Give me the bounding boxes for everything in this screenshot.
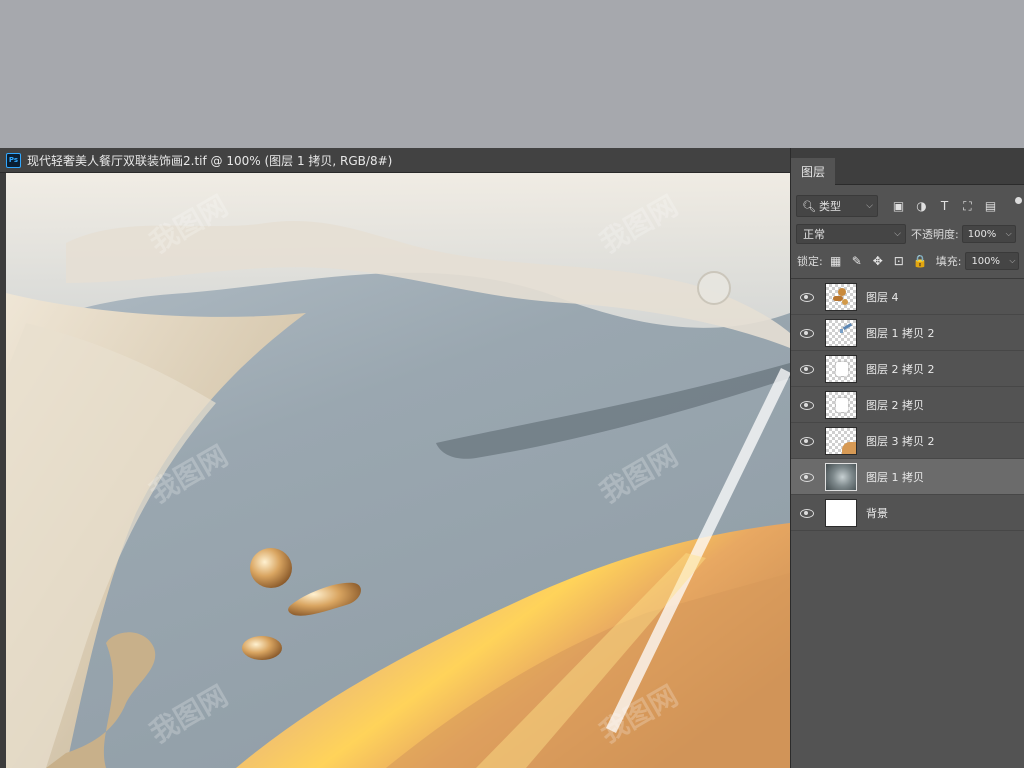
eye-icon[interactable] bbox=[800, 328, 814, 338]
layers-panel: 图层 🔍︎ 类型 ⌵ ▣ ◑ T ⛶ ▤ 正常 ⌵ 不透明度: 100% ⌵ 锁定: ▦… bbox=[790, 148, 1024, 768]
eye-icon[interactable] bbox=[800, 292, 814, 302]
layer-name: 图层 2 拷贝 2 bbox=[866, 362, 935, 376]
chevron-down-icon: ⌵ bbox=[1009, 256, 1016, 265]
layer-row[interactable]: 背景 bbox=[791, 495, 1024, 531]
layer-thumbnail[interactable] bbox=[825, 498, 857, 527]
chevron-down-icon: ⌵ bbox=[1005, 229, 1012, 238]
shape-filter-icon[interactable]: ⛶ bbox=[961, 199, 974, 213]
opacity-input[interactable]: 100% ⌵ bbox=[961, 225, 1016, 243]
layer-name: 图层 1 拷贝 2 bbox=[866, 326, 935, 340]
lock-transparent-icon[interactable]: ▦ bbox=[829, 254, 843, 268]
layer-name: 图层 3 拷贝 2 bbox=[866, 434, 935, 448]
fill-value: 100% bbox=[971, 255, 1001, 267]
lock-icons: ▦ ✎ ✥ ⊡ 🔒 bbox=[829, 254, 928, 268]
filter-toggle[interactable] bbox=[1015, 197, 1022, 211]
document-tab[interactable]: Ps 现代轻奢美人餐厅双联装饰画2.tif @ 100% (图层 1 拷贝, R… bbox=[0, 148, 790, 173]
eye-icon[interactable] bbox=[800, 436, 814, 446]
layer-row[interactable]: 图层 2 拷贝 2 bbox=[791, 351, 1024, 387]
lock-paint-icon[interactable]: ✎ bbox=[850, 254, 864, 268]
layer-thumbnail[interactable] bbox=[825, 318, 857, 347]
eye-icon[interactable] bbox=[800, 508, 814, 518]
opacity-value: 100% bbox=[967, 228, 997, 240]
layer-row[interactable]: 图层 4 bbox=[791, 279, 1024, 315]
chevron-down-icon: ⌵ bbox=[866, 201, 873, 211]
layer-thumbnail[interactable] bbox=[825, 390, 857, 419]
document-title: 现代轻奢美人餐厅双联装饰画2.tif @ 100% (图层 1 拷贝, RGB/… bbox=[27, 153, 393, 168]
layer-name: 图层 4 bbox=[866, 290, 899, 304]
lock-label: 锁定: bbox=[797, 255, 823, 268]
search-icon: 🔍︎ bbox=[802, 199, 816, 213]
layer-row[interactable]: 图层 1 拷贝 2 bbox=[791, 315, 1024, 351]
layer-thumbnail[interactable] bbox=[825, 426, 857, 455]
layer-thumbnail[interactable] bbox=[825, 354, 857, 383]
document-window: Ps 现代轻奢美人餐厅双联装饰画2.tif @ 100% (图层 1 拷贝, R… bbox=[0, 148, 790, 768]
lock-artboard-icon[interactable]: ⊡ bbox=[892, 254, 906, 268]
filter-kind-label: 类型 bbox=[818, 200, 841, 213]
layer-list: 图层 4 图层 1 拷贝 2 图层 2 拷贝 2 图层 2 拷贝 图层 3 拷贝 2 图层… bbox=[791, 279, 1024, 531]
blend-mode-value: 正常 bbox=[803, 228, 825, 241]
blend-row: 正常 ⌵ 不透明度: 100% ⌵ bbox=[791, 223, 1024, 245]
blend-mode-select[interactable]: 正常 ⌵ bbox=[796, 224, 906, 244]
filter-icons: ▣ ◑ T ⛶ ▤ bbox=[892, 199, 997, 213]
layer-thumbnail[interactable] bbox=[825, 282, 857, 311]
chevron-down-icon: ⌵ bbox=[894, 229, 901, 239]
lock-row: 锁定: ▦ ✎ ✥ ⊡ 🔒 填充: 100% ⌵ bbox=[791, 250, 1024, 272]
smart-object-filter-icon[interactable]: ▤ bbox=[984, 199, 997, 213]
fill-input[interactable]: 100% ⌵ bbox=[965, 252, 1020, 270]
text-filter-icon[interactable]: T bbox=[938, 199, 951, 213]
toggle-knob-icon bbox=[1015, 197, 1022, 204]
adjustment-filter-icon[interactable]: ◑ bbox=[915, 199, 928, 213]
image-filter-icon[interactable]: ▣ bbox=[892, 199, 905, 213]
eye-icon[interactable] bbox=[800, 400, 814, 410]
image-canvas[interactable]: 我图网 我图网 我图网 我图网 我图网 我图网 bbox=[6, 173, 790, 768]
photoshop-icon: Ps bbox=[6, 152, 21, 168]
layer-name: 图层 1 拷贝 bbox=[866, 470, 924, 484]
eye-icon[interactable] bbox=[800, 364, 814, 374]
opacity-label: 不透明度: bbox=[911, 228, 959, 241]
lock-move-icon[interactable]: ✥ bbox=[871, 254, 885, 268]
tab-layers[interactable]: 图层 bbox=[791, 158, 835, 185]
filter-kind-select[interactable]: 🔍︎ 类型 ⌵ bbox=[796, 195, 878, 217]
layer-row[interactable]: 图层 1 拷贝 bbox=[791, 459, 1024, 495]
lock-all-icon[interactable]: 🔒 bbox=[913, 254, 928, 268]
layer-filter-row: 🔍︎ 类型 ⌵ ▣ ◑ T ⛶ ▤ bbox=[791, 194, 1024, 218]
layer-row[interactable]: 图层 3 拷贝 2 bbox=[791, 423, 1024, 459]
layer-row[interactable]: 图层 2 拷贝 bbox=[791, 387, 1024, 423]
panel-header: 图层 bbox=[791, 148, 1024, 185]
fill-label: 填充: bbox=[935, 255, 962, 268]
eye-icon[interactable] bbox=[800, 472, 814, 482]
artwork bbox=[6, 173, 790, 768]
layer-name: 背景 bbox=[866, 506, 888, 520]
layer-name: 图层 2 拷贝 bbox=[866, 398, 924, 412]
layer-thumbnail[interactable] bbox=[825, 462, 857, 491]
